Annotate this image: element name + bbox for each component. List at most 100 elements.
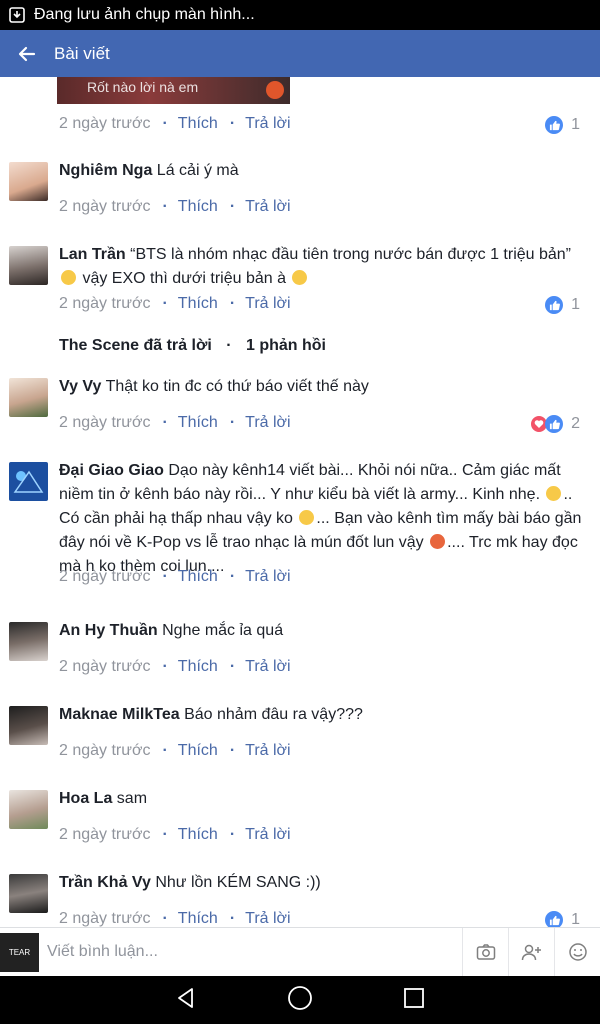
comment-meta: 2 ngày trước · Thích · Trả lời [59, 198, 291, 216]
comment-input[interactable]: Viết bình luận... [47, 928, 462, 977]
avatar[interactable] [9, 462, 48, 501]
comment-author[interactable]: Lan Trần [59, 246, 126, 263]
attachment-caption: Rốt nào lời nà em [87, 79, 199, 95]
separator-dot: · [229, 295, 236, 312]
like-link[interactable]: Thích [178, 826, 218, 844]
comment-time: 2 ngày trước [59, 198, 151, 215]
like-reaction-icon [545, 296, 564, 314]
avatar[interactable] [9, 378, 48, 417]
separator-dot: · [162, 658, 168, 675]
comment-time: 2 ngày trước [59, 742, 151, 759]
comment-time: 2 ngày trước [59, 910, 151, 927]
separator-dot: · [162, 115, 168, 132]
like-link[interactable]: Thích [178, 658, 218, 676]
comment-author[interactable]: Trần Khả Vy [59, 874, 151, 891]
like-link[interactable]: Thích [178, 742, 218, 760]
comment-author[interactable]: Vy Vy [59, 378, 101, 395]
like-link[interactable]: Thích [178, 198, 218, 216]
reply-link[interactable]: Trả lời [245, 115, 290, 133]
page-title: Bài viết [54, 43, 110, 63]
reply-link[interactable]: Trả lời [245, 742, 290, 760]
avatar[interactable] [9, 874, 48, 913]
separator-dot: · [229, 658, 236, 675]
comment-author[interactable]: An Hy Thuần [59, 622, 158, 639]
like-link[interactable]: Thích [178, 295, 218, 313]
my-avatar: TEAR [0, 932, 39, 972]
comment-time: 2 ngày trước [59, 658, 151, 675]
like-link[interactable]: Thích [178, 910, 218, 927]
nav-back-icon[interactable] [174, 986, 198, 1015]
nav-recents-icon[interactable] [402, 986, 426, 1015]
reply-link[interactable]: Trả lời [245, 295, 290, 313]
comment-author[interactable]: Maknae MilkTea [59, 706, 180, 723]
avatar[interactable] [9, 162, 48, 201]
separator-dot: · [162, 826, 168, 843]
reply-link[interactable]: Trả lời [245, 414, 290, 432]
smile-emoji-icon [292, 270, 308, 285]
reaction-summary[interactable]: 2 [530, 415, 580, 433]
reply-link[interactable]: Trả lời [245, 198, 290, 216]
app-bar: Bài viết [0, 30, 600, 77]
back-arrow-icon[interactable] [0, 30, 54, 77]
reaction-count: 1 [571, 296, 580, 313]
separator-dot: · [229, 910, 236, 927]
reply-link[interactable]: Trả lời [245, 910, 290, 927]
avatar[interactable] [9, 790, 48, 829]
avatar[interactable] [9, 706, 48, 745]
add-friend-icon[interactable] [508, 927, 554, 977]
reaction-summary[interactable]: 1 [545, 296, 580, 314]
like-reaction-icon [545, 415, 564, 433]
reaction-count: 1 [571, 116, 580, 133]
separator-dot: · [229, 198, 236, 215]
like-link[interactable]: Thích [178, 115, 218, 133]
smile-emoji-icon [61, 270, 76, 285]
separator-dot: · [229, 826, 236, 843]
nav-home-icon[interactable] [286, 984, 314, 1017]
comment-text: Thật ko tin đc có thứ báo viết thế này [105, 378, 369, 395]
comment-meta: 2 ngày trước · Thích · Trả lời [59, 826, 291, 844]
status-bar: Đang lưu ảnh chụp màn hình... [0, 0, 600, 30]
emoji-icon[interactable] [554, 927, 600, 977]
system-nav-bar [0, 976, 600, 1024]
separator-dot: · [162, 414, 168, 431]
like-reaction-icon [545, 116, 564, 134]
comment-author[interactable]: Hoa La [59, 790, 112, 807]
view-replies-link[interactable]: The Scene đã trả lời · 1 phản hồi [59, 337, 326, 355]
comment-composer: TEAR Viết bình luận... [0, 927, 600, 977]
separator-dot: · [226, 337, 232, 354]
reaction-summary[interactable]: 1 [545, 911, 580, 927]
reply-link[interactable]: Trả lời [245, 568, 290, 586]
separator-dot: · [162, 742, 168, 759]
separator-dot: · [229, 742, 236, 759]
avatar[interactable] [9, 622, 48, 661]
comment-meta: 2 ngày trước · Thích · Trả lời [59, 414, 291, 432]
like-link[interactable]: Thích [178, 568, 218, 586]
reply-link[interactable]: Trả lời [245, 658, 290, 676]
comment-attachment-image[interactable]: Rốt nào lời nà em [57, 77, 290, 104]
comment-time: 2 ngày trước [59, 568, 151, 585]
like-link[interactable]: Thích [178, 414, 218, 432]
comment-meta: 2 ngày trước · Thích · Trả lời [59, 910, 291, 927]
unamused-emoji-icon [299, 510, 315, 525]
download-icon [8, 6, 26, 24]
separator-dot: · [229, 115, 236, 132]
comment-text: Lá cải ý mà [156, 162, 239, 179]
like-reaction-icon [545, 911, 564, 927]
comment-text: Như lồn KÉM SANG :)) [155, 874, 321, 891]
comment-author[interactable]: Đại Giao Giao [59, 462, 164, 479]
comment-time: 2 ngày trước [59, 826, 151, 843]
replier-text: The Scene đã trả lời [59, 337, 212, 354]
comment-meta: 2 ngày trước · Thích · Trả lời [59, 115, 291, 133]
comment-text: sam [116, 790, 148, 807]
comment-meta: 2 ngày trước · Thích · Trả lời [59, 568, 291, 586]
avatar[interactable] [9, 246, 48, 285]
reaction-count: 2 [571, 415, 580, 432]
sticker-icon [266, 81, 284, 99]
separator-dot: · [162, 568, 168, 585]
camera-icon[interactable] [462, 927, 508, 977]
reply-link[interactable]: Trả lời [245, 826, 290, 844]
reaction-summary[interactable]: 1 [545, 116, 580, 134]
comment-text: Nghe mắc ỉa quá [162, 622, 284, 639]
comment-time: 2 ngày trước [59, 414, 151, 431]
comment-author[interactable]: Nghiêm Nga [59, 162, 152, 179]
